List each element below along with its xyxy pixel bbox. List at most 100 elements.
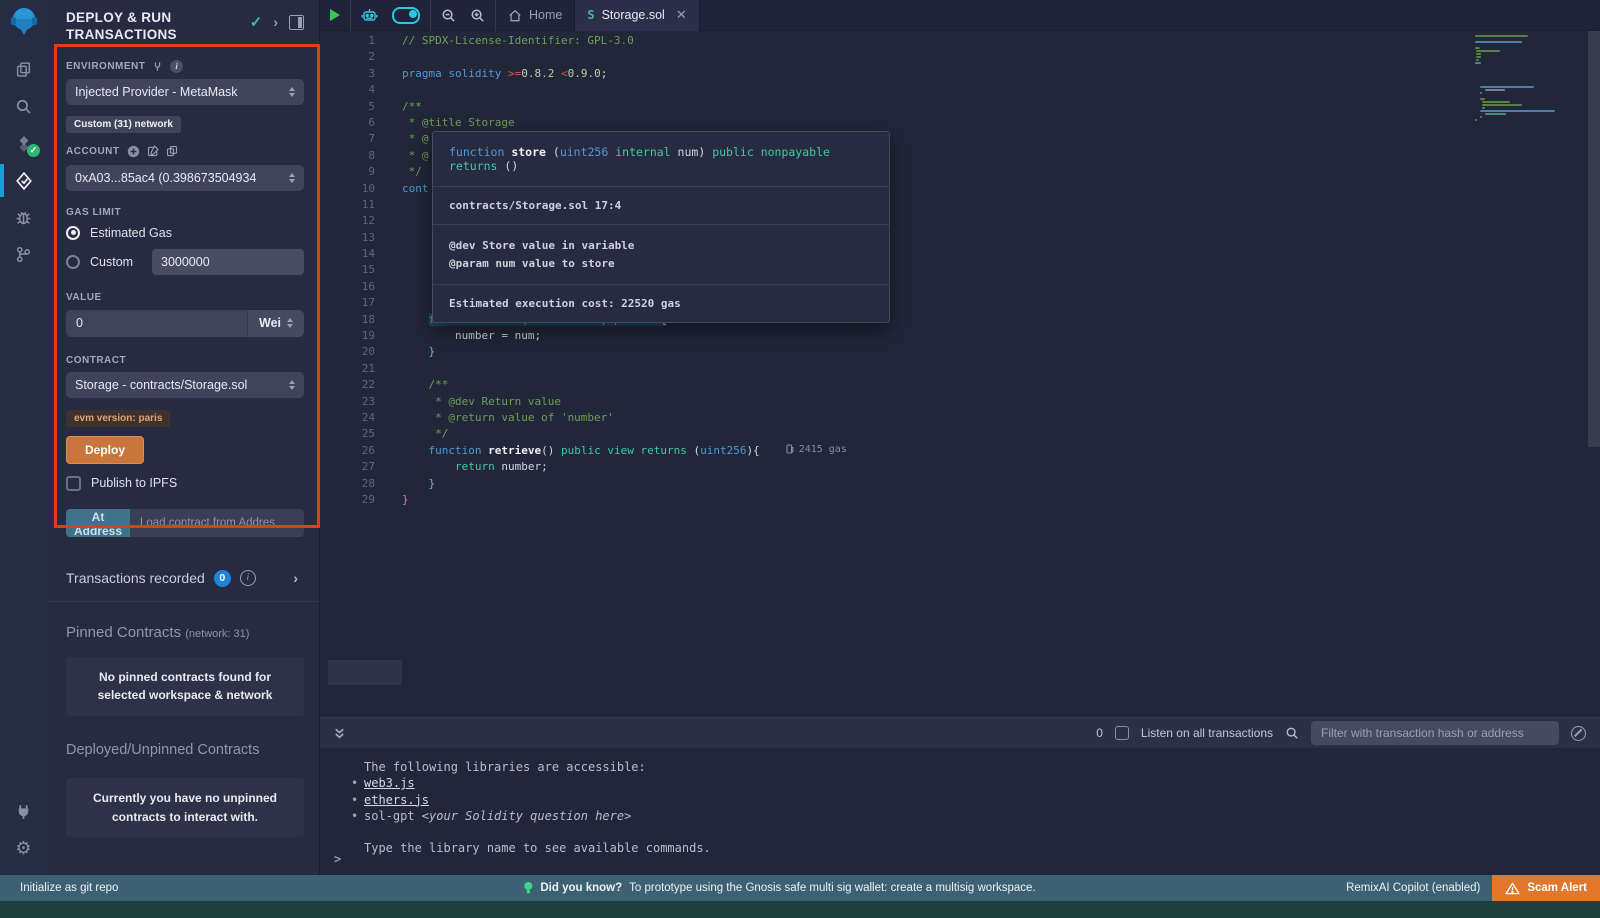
terminal-library-item[interactable]: ethers.js	[364, 792, 1600, 808]
main-area: Home S Storage.sol ✕ 1234567891011121314…	[320, 0, 1600, 875]
code-line: }	[402, 493, 1430, 509]
listen-all-checkbox[interactable]	[1115, 726, 1129, 740]
pinned-empty-message: No pinned contracts found for selected w…	[66, 657, 304, 716]
clear-console-icon[interactable]	[1571, 726, 1586, 741]
terminal-header: 0 Listen on all transactions	[320, 717, 1600, 748]
contract-value: Storage - contracts/Storage.sol	[75, 378, 283, 392]
environment-label: ENVIRONMENT	[66, 61, 145, 72]
custom-gas-radio[interactable]	[66, 255, 80, 269]
remix-ide-window: ✓	[0, 0, 1600, 918]
tab-home[interactable]: Home	[496, 0, 574, 31]
panel-collapse-icon[interactable]: ›	[273, 14, 278, 30]
publish-ipfs-checkbox[interactable]	[66, 476, 81, 491]
code-line: }	[402, 345, 1430, 361]
transactions-info-icon[interactable]: i	[240, 570, 256, 586]
plugin-manager-icon[interactable]	[0, 793, 47, 830]
file-explorer-icon[interactable]	[0, 51, 47, 88]
tooltip-gas-cost: Estimated execution cost: 22520 gas	[433, 284, 889, 322]
transactions-expand-icon[interactable]: ›	[293, 570, 298, 586]
run-script-icon[interactable]	[330, 9, 340, 21]
deploy-run-panel: DEPLOY & RUN TRANSACTIONS ✓ › ENVIRONMEN…	[47, 0, 320, 875]
transactions-count-badge: 0	[214, 570, 231, 587]
code-line	[402, 50, 1430, 66]
gas-estimate-widget: 2415 gas	[786, 444, 847, 455]
tab-storage-sol[interactable]: S Storage.sol ✕	[574, 0, 699, 31]
tooltip-docs: @dev Store value in variable@param num v…	[433, 224, 889, 284]
value-input[interactable]	[66, 310, 247, 337]
scam-alert-button[interactable]: Scam Alert	[1492, 875, 1600, 901]
code-line: /**	[402, 100, 1430, 116]
ai-copilot-robot-icon[interactable]	[361, 8, 378, 23]
terminal-collapse-icon[interactable]	[333, 727, 346, 740]
code-line: * @title Storage	[402, 116, 1430, 132]
debugger-icon[interactable]	[0, 199, 47, 236]
environment-info-icon[interactable]: i	[170, 60, 183, 73]
editor-tabbar: Home S Storage.sol ✕	[320, 0, 1600, 31]
copy-account-icon[interactable]	[166, 145, 178, 157]
account-label: ACCOUNT	[66, 146, 120, 157]
account-value: 0xA03...85ac4 (0.398673504934	[75, 171, 283, 185]
settings-icon[interactable]: ⚙	[0, 830, 47, 867]
transactions-recorded-label: Transactions recorded	[66, 570, 205, 586]
contract-label: CONTRACT	[66, 355, 126, 366]
chevron-updown-icon	[287, 318, 293, 328]
git-init-button[interactable]: Initialize as git repo	[20, 882, 118, 894]
code-line: */	[402, 427, 1430, 443]
terminal-tx-count: 0	[1096, 726, 1103, 740]
code-line	[402, 362, 1430, 378]
contract-select[interactable]: Storage - contracts/Storage.sol	[66, 372, 304, 398]
terminal-library-item: sol-gpt <your Solidity question here>	[364, 808, 1600, 824]
solidity-file-icon: S	[587, 8, 594, 22]
value-unit: Wei	[259, 316, 281, 330]
evm-version-badge: evm version: paris	[66, 410, 170, 427]
chevron-updown-icon	[289, 87, 295, 97]
add-account-icon[interactable]	[127, 145, 140, 158]
at-address-input[interactable]	[130, 509, 304, 537]
chevron-updown-icon	[289, 380, 295, 390]
environment-select[interactable]: Injected Provider - MetaMask	[66, 79, 304, 105]
pinned-network-subtitle: (network: 31)	[185, 628, 249, 640]
transaction-filter-input[interactable]	[1311, 721, 1559, 745]
code-line: function retrieve() public view returns …	[402, 444, 1430, 460]
sign-message-icon[interactable]	[147, 145, 159, 157]
value-unit-select[interactable]: Wei	[247, 310, 304, 337]
estimated-gas-label: Estimated Gas	[90, 226, 172, 240]
line-number-gutter: 1234567891011121314151617181920212223242…	[320, 34, 375, 509]
value-label: VALUE	[66, 292, 102, 303]
transactions-recorded-row[interactable]: Transactions recorded 0 i ›	[66, 570, 304, 587]
terminal-library-item[interactable]: web3.js	[364, 775, 1600, 791]
terminal-prompt[interactable]: >	[334, 852, 341, 866]
account-select[interactable]: 0xA03...85ac4 (0.398673504934	[66, 165, 304, 191]
network-badge: Custom (31) network	[66, 116, 181, 133]
terminal-search-icon[interactable]	[1285, 726, 1299, 740]
terminal-hint: Type the library name to see available c…	[364, 840, 1600, 856]
minimap[interactable]	[1475, 35, 1567, 122]
remix-logo-icon[interactable]	[8, 5, 40, 37]
editor-scroll-corner	[328, 660, 402, 685]
git-icon[interactable]	[0, 236, 47, 273]
deploy-run-icon[interactable]	[0, 162, 47, 199]
home-icon	[508, 9, 522, 22]
editor-scrollbar[interactable]	[1588, 31, 1600, 447]
close-tab-icon[interactable]: ✕	[676, 7, 687, 23]
solidity-compiler-icon[interactable]: ✓	[0, 125, 47, 162]
zoom-in-icon[interactable]	[470, 8, 485, 23]
code-line: /**	[402, 378, 1430, 394]
did-you-know-tip: Did you know? To prototype using the Gno…	[523, 881, 1035, 895]
copilot-status[interactable]: RemixAI Copilot (enabled)	[1346, 882, 1480, 894]
custom-gas-input[interactable]	[152, 249, 304, 275]
search-icon[interactable]	[0, 88, 47, 125]
zoom-out-icon[interactable]	[441, 8, 456, 23]
code-line: // SPDX-License-Identifier: GPL-3.0	[402, 34, 1430, 50]
fork-icon[interactable]	[152, 61, 163, 72]
deploy-button[interactable]: Deploy	[66, 436, 144, 464]
terminal-body[interactable]: The following libraries are accessible: …	[320, 748, 1600, 875]
panel-status-check-icon: ✓	[250, 13, 263, 31]
at-address-button[interactable]: At Address	[66, 509, 130, 537]
estimated-gas-radio[interactable]	[66, 226, 80, 240]
status-bar: Initialize as git repo Did you know? To …	[0, 875, 1600, 901]
code-line: number = num;	[402, 329, 1430, 345]
copilot-toggle[interactable]	[392, 7, 420, 24]
code-editor[interactable]: 1234567891011121314151617181920212223242…	[320, 31, 1600, 717]
panel-pin-icon[interactable]	[289, 15, 304, 30]
